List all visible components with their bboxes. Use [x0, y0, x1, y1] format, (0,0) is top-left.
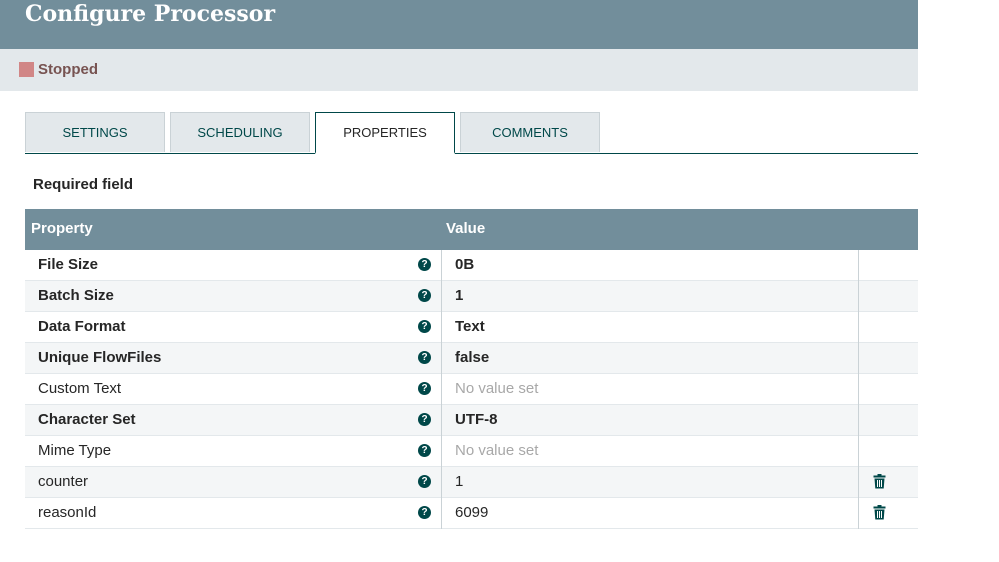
question-circle-icon[interactable]: ?	[418, 506, 431, 519]
column-divider	[441, 281, 442, 312]
table-row[interactable]: Mime Type? No value set	[25, 436, 918, 467]
column-divider	[441, 250, 442, 281]
column-divider	[858, 436, 859, 467]
table-row[interactable]: Character Set? UTF-8	[25, 405, 918, 436]
tab-underline	[25, 153, 918, 154]
tab-scheduling[interactable]: SCHEDULING	[170, 112, 310, 152]
property-value[interactable]: No value set	[455, 380, 538, 397]
property-name: Mime Type	[38, 442, 112, 459]
table-header: Property Value	[25, 209, 918, 250]
property-name: Batch Size	[38, 287, 114, 304]
property-name: Custom Text	[38, 380, 122, 397]
question-circle-icon[interactable]: ?	[418, 320, 431, 333]
table-row[interactable]: Batch Size? 1	[25, 281, 918, 312]
column-divider	[858, 498, 859, 529]
property-value[interactable]: 1	[455, 473, 463, 490]
column-divider	[441, 467, 442, 498]
properties-table: Property Value File Size? 0B Batch Size? 1 D…	[25, 209, 918, 529]
table-row[interactable]: Data Format? Text	[25, 312, 918, 343]
required-field-label: Required field	[33, 176, 134, 193]
dialog-header: Configure Processor	[0, 0, 918, 49]
configure-processor-dialog: Configure Processor Stopped SETTINGS SCH…	[0, 0, 918, 562]
column-divider	[858, 405, 859, 436]
property-name: File Size	[38, 256, 99, 273]
question-circle-icon[interactable]: ?	[418, 351, 431, 364]
property-name: reasonId	[38, 504, 97, 521]
property-value[interactable]: Text	[455, 318, 485, 335]
tab-bar: SETTINGS SCHEDULING PROPERTIES COMMENTS	[25, 112, 918, 154]
column-divider	[858, 343, 859, 374]
tab-properties[interactable]: PROPERTIES	[315, 112, 455, 154]
table-row[interactable]: File Size? 0B	[25, 250, 918, 281]
column-divider	[441, 312, 442, 343]
dialog-title: Configure Processor	[25, 1, 276, 27]
column-divider	[858, 312, 859, 343]
table-body: File Size? 0B Batch Size? 1 Data Format? Text…	[25, 250, 918, 529]
column-header-property[interactable]: Property	[31, 220, 93, 237]
column-divider	[858, 250, 859, 281]
property-name: Data Format	[38, 318, 126, 335]
property-value[interactable]: UTF-8	[455, 411, 498, 428]
tab-settings[interactable]: SETTINGS	[25, 112, 165, 152]
column-divider	[441, 405, 442, 436]
table-row[interactable]: Custom Text? No value set	[25, 374, 918, 405]
table-row[interactable]: reasonId? 6099	[25, 498, 918, 529]
question-circle-icon[interactable]: ?	[418, 289, 431, 302]
table-row[interactable]: Unique FlowFiles? false	[25, 343, 918, 374]
table-row[interactable]: counter? 1	[25, 467, 918, 498]
trash-icon[interactable]	[873, 474, 886, 489]
property-value[interactable]: false	[455, 349, 489, 366]
trash-icon[interactable]	[873, 505, 886, 520]
column-divider	[441, 498, 442, 529]
column-divider	[858, 467, 859, 498]
property-name: Character Set	[38, 411, 136, 428]
tab-comments[interactable]: COMMENTS	[460, 112, 600, 152]
question-circle-icon[interactable]: ?	[418, 475, 431, 488]
question-circle-icon[interactable]: ?	[418, 413, 431, 426]
column-divider	[858, 281, 859, 312]
column-divider	[441, 436, 442, 467]
column-divider	[441, 374, 442, 405]
property-value[interactable]: 0B	[455, 256, 474, 273]
column-divider	[441, 343, 442, 374]
property-value[interactable]: 1	[455, 287, 463, 304]
column-divider	[858, 374, 859, 405]
column-header-value[interactable]: Value	[446, 220, 485, 237]
question-circle-icon[interactable]: ?	[418, 444, 431, 457]
property-value[interactable]: 6099	[455, 504, 488, 521]
property-name: Unique FlowFiles	[38, 349, 162, 366]
question-circle-icon[interactable]: ?	[418, 382, 431, 395]
property-name: counter	[38, 473, 89, 490]
property-value[interactable]: No value set	[455, 442, 538, 459]
stopped-icon	[19, 62, 34, 77]
status-bar: Stopped	[0, 49, 918, 91]
status-text: Stopped	[38, 61, 98, 78]
question-circle-icon[interactable]: ?	[418, 258, 431, 271]
